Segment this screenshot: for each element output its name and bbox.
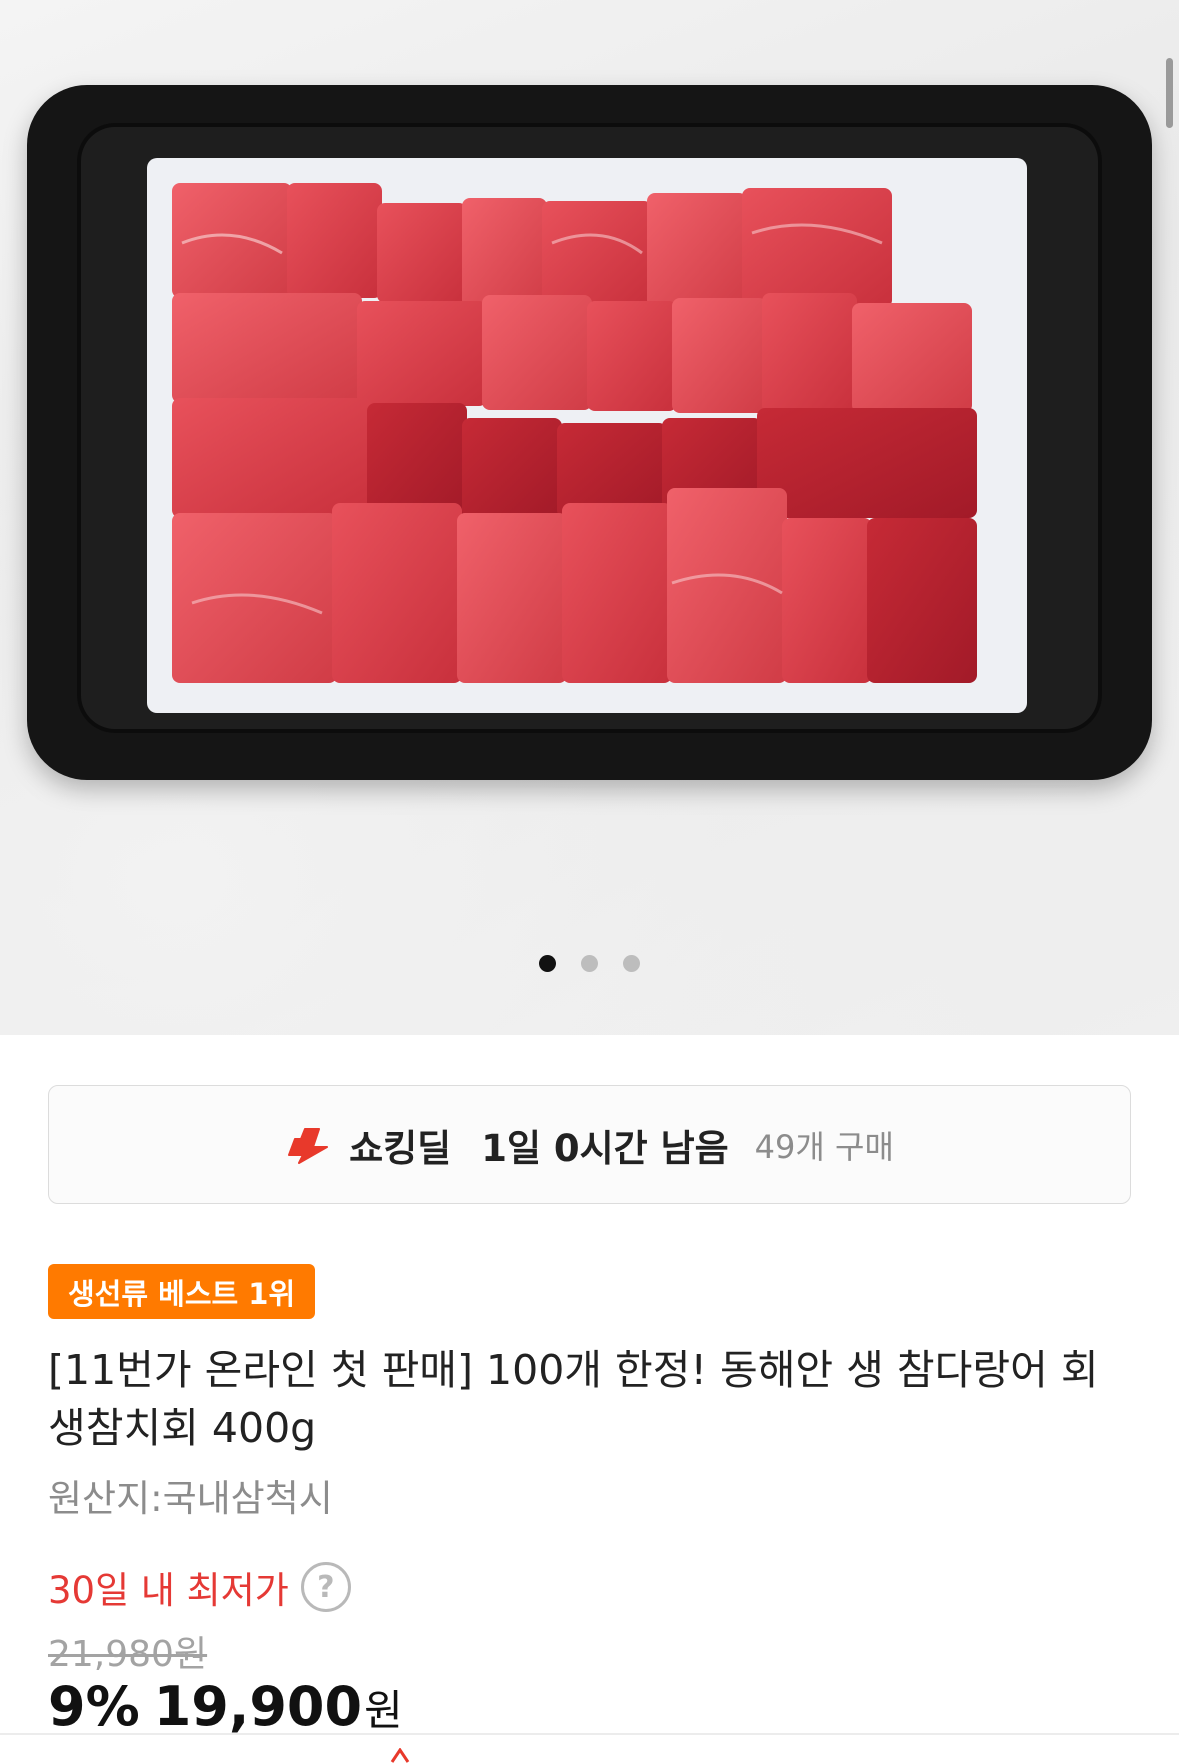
- deal-title: 쇼킹딜: [349, 1126, 452, 1170]
- product-image-gallery[interactable]: [0, 0, 1179, 1035]
- gallery-dot-1[interactable]: [539, 955, 556, 972]
- shocking-deal-bar[interactable]: 쇼킹딜 1일 0시간 남음 49개 구매: [48, 1085, 1131, 1204]
- tuna-slices: [172, 183, 1002, 688]
- currency-unit: 원: [364, 1686, 403, 1735]
- product-origin: 원산지:국내삼척시: [48, 1477, 333, 1520]
- final-price: 9% 19,900 원: [48, 1675, 403, 1738]
- deal-time-left: 1일 0시간 남음: [481, 1126, 729, 1170]
- product-title: [11번가 온라인 첫 판매] 100개 한정! 동해안 생 참다랑어 회 생참…: [48, 1346, 1099, 1452]
- discount-rate: 9%: [48, 1675, 140, 1738]
- deal-purchase-count: 49개 구매: [754, 1127, 894, 1166]
- gallery-dot-3[interactable]: [623, 955, 640, 972]
- best-rank-badge: 생선류 베스트 1위: [48, 1264, 316, 1319]
- help-icon[interactable]: ?: [300, 1562, 351, 1612]
- tuna-tray-image: [27, 85, 1152, 780]
- next-section-arrow-icon: [390, 1748, 410, 1763]
- lowest-price-text: 30일 내 최저가: [48, 1569, 289, 1612]
- bottom-divider: [0, 1733, 1179, 1735]
- scrollbar[interactable]: [1166, 58, 1173, 128]
- gallery-pagination[interactable]: [0, 955, 1179, 975]
- lowest-price-label: 30일 내 최저가 ?: [48, 1560, 351, 1614]
- gallery-dot-2[interactable]: [581, 955, 598, 972]
- sale-price: 19,900: [153, 1675, 363, 1738]
- tray-inner: [77, 123, 1102, 733]
- original-price: 21,980원: [48, 1634, 208, 1675]
- lightning-icon: [288, 1127, 329, 1164]
